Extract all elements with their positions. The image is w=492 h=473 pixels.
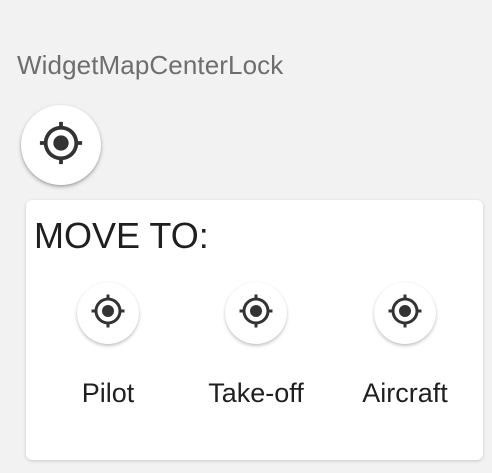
crosshair-icon <box>387 293 423 334</box>
move-to-takeoff: Take-off <box>182 282 330 422</box>
move-to-aircraft: Aircraft <box>331 282 479 422</box>
pilot-label: Pilot <box>81 378 135 408</box>
widget-title: WidgetMapCenterLock <box>17 50 284 80</box>
crosshair-icon <box>38 120 84 171</box>
move-to-aircraft-button[interactable] <box>374 282 436 344</box>
move-to-title: MOVE TO: <box>34 215 209 256</box>
crosshair-icon <box>238 293 274 334</box>
crosshair-icon <box>90 293 126 334</box>
move-to-pilot: Pilot <box>34 282 182 422</box>
aircraft-label: Aircraft <box>362 378 448 408</box>
move-to-pilot-button[interactable] <box>77 282 139 344</box>
move-to-panel: MOVE TO: Pilot Take-off Aircraft <box>26 200 483 460</box>
map-center-lock-button[interactable] <box>21 105 101 185</box>
takeoff-label: Take-off <box>208 378 304 408</box>
move-to-takeoff-button[interactable] <box>225 282 287 344</box>
